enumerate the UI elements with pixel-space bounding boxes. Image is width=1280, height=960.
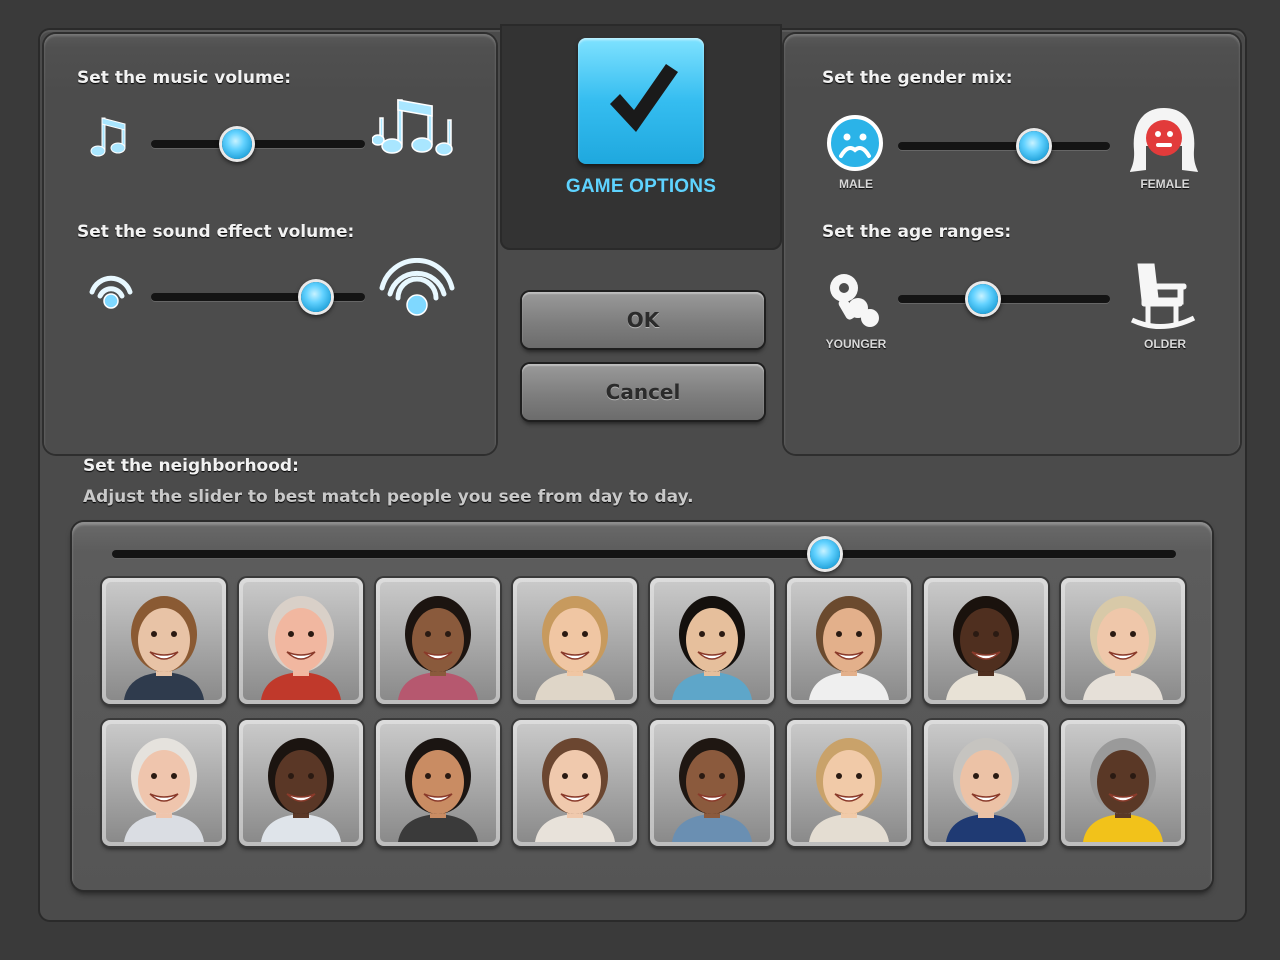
person-photo	[517, 582, 633, 700]
person-card	[924, 578, 1048, 704]
sound-volume-track[interactable]	[151, 293, 365, 301]
gender-mix-knob[interactable]	[1018, 131, 1049, 161]
sound-volume-knob[interactable]	[300, 282, 331, 312]
cancel-button[interactable]: Cancel	[522, 364, 764, 420]
older-caption: OLDER	[1144, 337, 1186, 351]
population-panel	[784, 34, 1240, 454]
person-photo	[106, 724, 222, 842]
person-card	[924, 720, 1048, 846]
rocking-chair-icon	[1130, 263, 1196, 330]
age-range-label: Set the age ranges:	[822, 222, 1012, 242]
person-photo	[517, 724, 633, 842]
person-card	[1061, 578, 1185, 704]
person-card	[1061, 720, 1185, 846]
male-face-icon	[827, 115, 883, 171]
person-photo	[380, 724, 496, 842]
neighborhood-label: Set the neighborhood:	[83, 456, 299, 476]
music-note-small-icon	[90, 117, 126, 157]
face-grid	[102, 578, 1185, 846]
neighborhood-knob[interactable]	[809, 539, 840, 569]
person-card	[376, 578, 500, 704]
person-photo	[1065, 582, 1181, 700]
music-volume-label: Set the music volume:	[77, 68, 291, 88]
person-photo	[791, 724, 907, 842]
music-volume-track[interactable]	[151, 140, 365, 148]
person-card	[787, 720, 911, 846]
person-photo	[928, 724, 1044, 842]
checkmark-icon	[610, 64, 678, 132]
person-photo	[380, 582, 496, 700]
female-face-icon	[1130, 108, 1198, 172]
person-photo	[654, 582, 770, 700]
person-photo	[1065, 724, 1181, 842]
female-caption: FEMALE	[1140, 177, 1190, 191]
sound-volume-label: Set the sound effect volume:	[77, 222, 355, 242]
gender-mix-label: Set the gender mix:	[822, 68, 1013, 88]
person-card	[650, 720, 774, 846]
person-photo	[106, 582, 222, 700]
person-card	[650, 578, 774, 704]
neighborhood-hint: Adjust the slider to best match people y…	[83, 487, 694, 507]
game-options-header: GAME OPTIONS	[500, 24, 782, 250]
person-card	[787, 578, 911, 704]
person-photo	[243, 724, 359, 842]
male-caption: MALE	[839, 177, 873, 191]
game-options-title: GAME OPTIONS	[565, 176, 717, 197]
person-card	[513, 720, 637, 846]
music-notes-large-icon	[372, 99, 453, 156]
person-photo	[791, 582, 907, 700]
person-card	[239, 578, 363, 704]
gender-mix-track[interactable]	[898, 142, 1110, 150]
person-photo	[654, 724, 770, 842]
younger-caption: YOUNGER	[825, 337, 887, 351]
neighborhood-track[interactable]	[112, 550, 1176, 558]
person-photo	[928, 582, 1044, 700]
person-card	[376, 720, 500, 846]
person-card	[102, 578, 226, 704]
age-range-knob[interactable]	[967, 284, 998, 314]
music-volume-knob[interactable]	[221, 129, 252, 159]
sound-wave-large-icon	[379, 258, 455, 316]
person-card	[513, 578, 637, 704]
baby-rattle-icon	[830, 274, 879, 327]
sound-wave-small-icon	[89, 275, 133, 309]
age-range-track[interactable]	[898, 295, 1110, 303]
person-card	[102, 720, 226, 846]
ok-button[interactable]: OK	[522, 292, 764, 348]
checkmark-tile	[578, 38, 704, 164]
person-photo	[243, 582, 359, 700]
neighborhood-tray	[72, 522, 1212, 890]
person-card	[239, 720, 363, 846]
